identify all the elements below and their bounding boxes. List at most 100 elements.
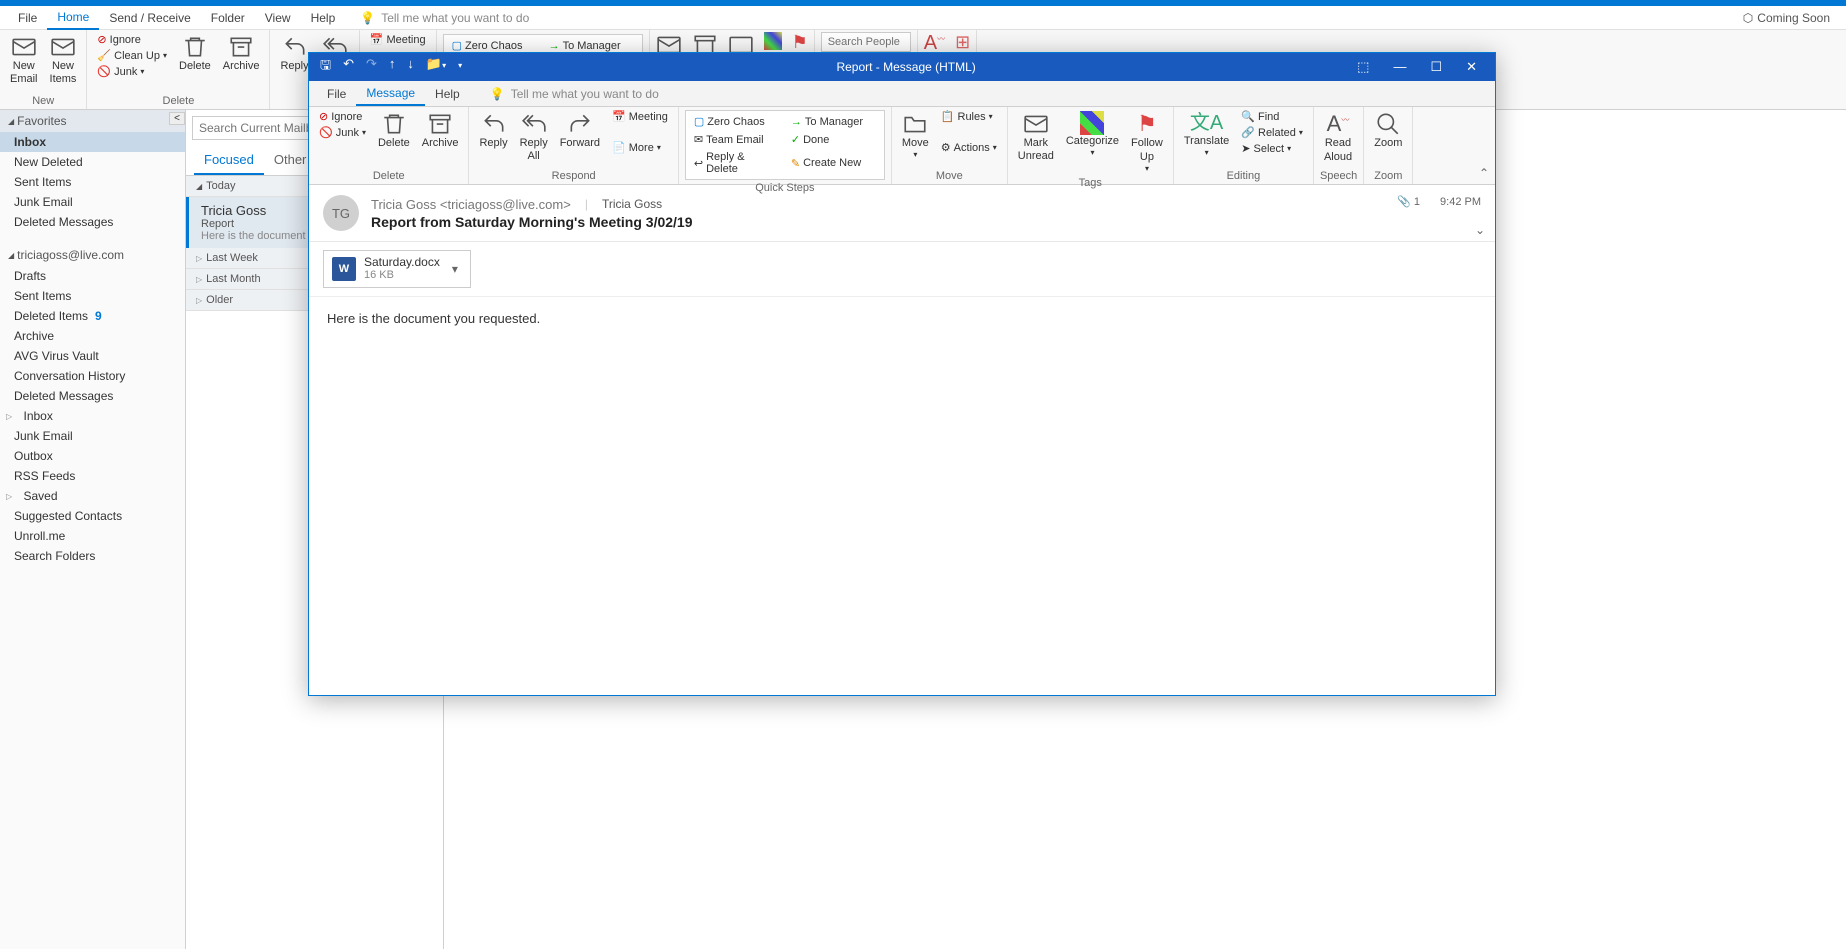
qat-next[interactable]: ↓ xyxy=(402,54,419,80)
message-body[interactable]: Here is the document you requested. xyxy=(309,297,1495,695)
msg-mark-unread-button[interactable]: Mark Unread xyxy=(1014,109,1058,165)
folder-inbox[interactable]: Inbox xyxy=(0,132,185,152)
msg-related-button[interactable]: 🔗Related▾ xyxy=(1237,125,1307,140)
qat-redo[interactable]: ↷ xyxy=(361,54,382,80)
qat-undo[interactable]: ↶ xyxy=(338,54,359,80)
msg-more-button[interactable]: 📄More▾ xyxy=(608,140,672,155)
window-ribbon-mode[interactable]: ⬚ xyxy=(1345,55,1381,79)
window-minimize[interactable]: — xyxy=(1381,55,1418,79)
msg-categorize-button[interactable]: Categorize▾ xyxy=(1062,109,1123,160)
qs-done[interactable]: ✓Done xyxy=(785,131,882,148)
attachment-item[interactable]: W Saturday.docx 16 KB ▾ xyxy=(323,250,471,288)
coming-soon-button[interactable]: ⬡ Coming Soon xyxy=(1743,11,1838,25)
folder-avg-virus-vault[interactable]: AVG Virus Vault xyxy=(0,346,185,366)
new-email-label: New Email xyxy=(10,60,38,86)
msg-junk-button[interactable]: 🚫Junk▾ xyxy=(315,125,370,140)
folder-deleted-items[interactable]: Deleted Items9 xyxy=(0,306,185,326)
tell-me-search[interactable]: 💡 Tell me what you want to do xyxy=(360,11,529,25)
collapse-ribbon-button[interactable]: ⌃ xyxy=(1479,166,1489,180)
msg-menu-help[interactable]: Help xyxy=(425,83,470,105)
msg-group-respond: Respond xyxy=(475,168,671,184)
new-items-button[interactable]: New Items xyxy=(46,32,81,88)
folder-sent-items-2[interactable]: Sent Items xyxy=(0,286,185,306)
folder-junk-email[interactable]: Junk Email xyxy=(0,192,185,212)
msg-move-button[interactable]: Move▾ xyxy=(898,109,933,162)
window-maximize[interactable]: ☐ xyxy=(1418,55,1454,79)
msg-translate-button[interactable]: 文A Translate▾ xyxy=(1180,109,1233,160)
msg-meeting-button[interactable]: 📅Meeting xyxy=(608,109,672,124)
msg-menu-file[interactable]: File xyxy=(317,83,356,105)
msg-quicksteps-gallery[interactable]: ▢Zero Chaos →To Manager ✉Team Email ✓Don… xyxy=(685,110,885,180)
folder-conversation-history[interactable]: Conversation History xyxy=(0,366,185,386)
folder-deleted-messages-2[interactable]: Deleted Messages xyxy=(0,386,185,406)
junk-button[interactable]: 🚫Junk▾ xyxy=(93,64,171,79)
msg-ignore-button[interactable]: ⊘Ignore xyxy=(315,109,370,124)
msg-find-button[interactable]: 🔍Find xyxy=(1237,109,1307,124)
ignore-button[interactable]: ⊘Ignore xyxy=(93,32,171,47)
msg-read-aloud-button[interactable]: A〰 Read Aloud xyxy=(1320,109,1356,166)
qat-customize[interactable]: ▾ xyxy=(453,54,467,80)
msg-select-button[interactable]: ➤Select▾ xyxy=(1237,141,1307,156)
folder-inbox-2[interactable]: ▷ Inbox xyxy=(0,406,185,426)
msg-reply-button[interactable]: Reply xyxy=(475,109,511,152)
expand-header-button[interactable]: ⌄ xyxy=(1475,223,1485,237)
cube-icon: ⬡ xyxy=(1743,11,1753,25)
msg-tell-me-text: Tell me what you want to do xyxy=(511,87,659,101)
delete-button[interactable]: Delete xyxy=(175,32,215,75)
qat-move-to[interactable]: 📁▾ xyxy=(421,54,451,80)
msg-forward-button[interactable]: Forward xyxy=(556,109,604,152)
msg-delete-button[interactable]: Delete xyxy=(374,109,414,152)
cleanup-button[interactable]: 🧹Clean Up▾ xyxy=(93,48,171,63)
folder-suggested-contacts[interactable]: Suggested Contacts xyxy=(0,506,185,526)
flag-icon[interactable]: ⚑ xyxy=(792,32,808,53)
folder-deleted-messages[interactable]: Deleted Messages xyxy=(0,212,185,232)
msg-archive-button[interactable]: Archive xyxy=(418,109,463,152)
msg-menu-message[interactable]: Message xyxy=(356,82,425,106)
folder-junk-email-2[interactable]: Junk Email xyxy=(0,426,185,446)
qs-reply-delete[interactable]: ↩Reply & Delete xyxy=(688,149,785,177)
msg-zoom-button[interactable]: Zoom xyxy=(1370,109,1406,152)
message-header: TG Tricia Goss <triciagoss@live.com> | T… xyxy=(309,185,1495,242)
categorize-icon[interactable] xyxy=(764,32,782,50)
msg-followup-button[interactable]: ⚑ Follow Up▾ xyxy=(1127,109,1167,175)
folder-unroll-me[interactable]: Unroll.me xyxy=(0,526,185,546)
msg-reply-all-button[interactable]: Reply All xyxy=(516,109,552,165)
folder-sent-items[interactable]: Sent Items xyxy=(0,172,185,192)
qs-zero-chaos[interactable]: ▢Zero Chaos xyxy=(688,113,785,130)
qs-create-new[interactable]: ✎Create New xyxy=(785,149,882,177)
tab-focused[interactable]: Focused xyxy=(194,146,264,175)
msg-tell-me[interactable]: 💡 Tell me what you want to do xyxy=(490,87,659,101)
qat-prev[interactable]: ↑ xyxy=(384,54,401,80)
menu-help[interactable]: Help xyxy=(301,7,346,29)
window-close[interactable]: ✕ xyxy=(1454,55,1489,79)
account-header[interactable]: ◢triciagoss@live.com xyxy=(0,244,185,266)
collapse-folder-pane[interactable]: < xyxy=(169,112,185,125)
msg-group-delete: Delete xyxy=(315,168,462,184)
folder-saved[interactable]: ▷ Saved xyxy=(0,486,185,506)
menu-file[interactable]: File xyxy=(8,7,47,29)
menu-view[interactable]: View xyxy=(255,7,301,29)
meeting-button[interactable]: 📅Meeting xyxy=(366,32,430,47)
qat-save[interactable]: 🖫 xyxy=(315,54,336,80)
folder-archive[interactable]: Archive xyxy=(0,326,185,346)
addins-icon[interactable]: ⊞ xyxy=(955,32,970,53)
folder-search-folders[interactable]: Search Folders xyxy=(0,546,185,566)
qs-team-email[interactable]: ✉Team Email xyxy=(688,131,785,148)
sender-avatar[interactable]: TG xyxy=(323,195,359,231)
archive-button[interactable]: Archive xyxy=(219,32,264,75)
menu-home[interactable]: Home xyxy=(47,6,99,30)
folder-outbox[interactable]: Outbox xyxy=(0,446,185,466)
qs-to-manager[interactable]: →To Manager xyxy=(785,113,882,130)
folder-rss-feeds[interactable]: RSS Feeds xyxy=(0,466,185,486)
new-email-button[interactable]: New Email xyxy=(6,32,42,88)
msg-rules-button[interactable]: 📋Rules▾ xyxy=(937,109,1001,124)
folder-drafts[interactable]: Drafts xyxy=(0,266,185,286)
favorites-header[interactable]: ◢Favorites xyxy=(0,110,185,132)
folder-new-deleted[interactable]: New Deleted xyxy=(0,152,185,172)
search-people-input[interactable] xyxy=(821,32,911,52)
message-titlebar[interactable]: 🖫 ↶ ↷ ↑ ↓ 📁▾ ▾ Report - Message (HTML) ⬚… xyxy=(309,53,1495,81)
menu-folder[interactable]: Folder xyxy=(201,7,255,29)
msg-actions-button[interactable]: ⚙Actions▾ xyxy=(937,140,1001,155)
attachment-dropdown[interactable]: ▾ xyxy=(448,262,462,276)
menu-send-receive[interactable]: Send / Receive xyxy=(99,7,200,29)
